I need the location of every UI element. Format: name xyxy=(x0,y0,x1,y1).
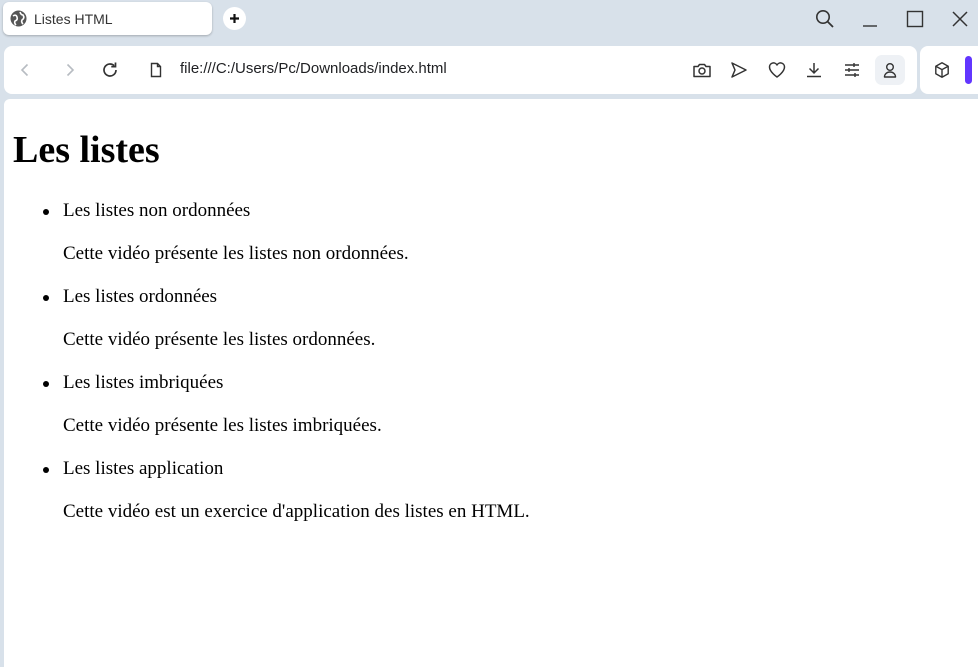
camera-icon xyxy=(692,60,712,80)
cube-icon xyxy=(933,61,951,79)
list-item-description: Cette vidéo est un exercice d'applicatio… xyxy=(63,501,530,522)
list-item-title: Les listes ordonnées xyxy=(63,286,218,307)
list-item-description: Cette vidéo présente les listes ordonnée… xyxy=(63,329,376,350)
bullet xyxy=(43,467,49,473)
browser-toolbar: file:///C:/Users/Pc/Downloads/index.html xyxy=(4,46,917,94)
bullet xyxy=(43,381,49,387)
page-info-button[interactable] xyxy=(144,58,168,82)
list-item: Les listes imbriquées xyxy=(43,371,224,395)
plus-icon xyxy=(229,13,240,24)
tab-title: Listes HTML xyxy=(34,10,113,27)
heart-icon xyxy=(767,60,787,80)
arrow-left-icon xyxy=(17,62,33,78)
reload-button[interactable] xyxy=(98,58,122,82)
user-icon xyxy=(881,61,899,79)
bullet xyxy=(43,295,49,301)
search-tabs-button[interactable] xyxy=(814,8,836,30)
close-window-button[interactable] xyxy=(949,8,971,30)
list-item: Les listes ordonnées xyxy=(43,285,218,309)
maximize-button[interactable] xyxy=(904,8,926,30)
file-icon xyxy=(148,62,164,78)
forward-button[interactable] xyxy=(58,58,82,82)
maximize-icon xyxy=(906,10,924,28)
minimize-button[interactable] xyxy=(859,8,881,30)
list-item: Les listes non ordonnées xyxy=(43,199,251,223)
new-tab-button[interactable] xyxy=(223,7,246,30)
address-bar[interactable]: file:///C:/Users/Pc/Downloads/index.html xyxy=(180,60,447,77)
list-item: Les listes application xyxy=(43,457,224,481)
side-panel xyxy=(920,46,978,94)
profile-button[interactable] xyxy=(875,55,905,85)
reload-icon xyxy=(101,61,119,79)
search-icon xyxy=(815,9,835,29)
minimize-icon xyxy=(861,10,879,28)
tab-strip: Listes HTML xyxy=(0,0,978,38)
send-button[interactable] xyxy=(727,58,751,82)
easy-setup-button[interactable] xyxy=(840,58,864,82)
sidebar-accent-bar[interactable] xyxy=(965,56,972,84)
close-icon xyxy=(951,10,969,28)
snapshot-button[interactable] xyxy=(690,58,714,82)
list-item-title: Les listes non ordonnées xyxy=(63,200,251,221)
downloads-button[interactable] xyxy=(802,58,826,82)
download-icon xyxy=(804,60,824,80)
bullet xyxy=(43,209,49,215)
page-heading: Les listes xyxy=(13,129,160,171)
favorites-button[interactable] xyxy=(765,58,789,82)
tab-listes-html[interactable]: Listes HTML xyxy=(3,2,212,35)
list-item-title: Les listes imbriquées xyxy=(63,372,224,393)
list-item-description: Cette vidéo présente les listes imbriqué… xyxy=(63,415,382,436)
extensions-button[interactable] xyxy=(930,58,954,82)
page-content: Les listes Les listes non ordonnées Cett… xyxy=(4,99,978,667)
list-item-title: Les listes application xyxy=(63,458,224,479)
list-item-description: Cette vidéo présente les listes non ordo… xyxy=(63,243,409,264)
back-button[interactable] xyxy=(13,58,37,82)
arrow-right-icon xyxy=(62,62,78,78)
settings-sliders-icon xyxy=(842,60,862,80)
send-icon xyxy=(729,60,749,80)
globe-icon xyxy=(10,10,27,27)
